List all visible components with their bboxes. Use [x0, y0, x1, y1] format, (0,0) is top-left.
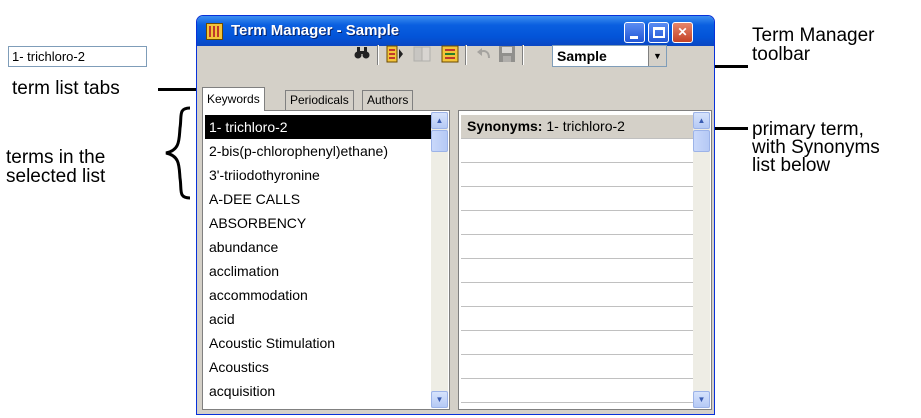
annotation-toolbar-line2: toolbar — [752, 44, 811, 65]
synonym-row[interactable] — [461, 355, 693, 379]
list-item[interactable]: acclimation — [205, 259, 431, 283]
close-icon: ✕ — [677, 25, 688, 39]
window-title: Term Manager - Sample — [231, 22, 400, 39]
scroll-thumb[interactable] — [431, 130, 448, 152]
maximize-icon — [653, 27, 665, 38]
annotation-terms-line1: terms in the — [6, 147, 106, 168]
list-item[interactable]: acquisition — [205, 379, 431, 403]
title-bar[interactable]: Term Manager - Sample ✕ — [197, 16, 714, 46]
list-item[interactable]: Acoustics — [205, 355, 431, 379]
undo-icon[interactable] — [474, 45, 494, 65]
scroll-up-icon[interactable]: ▲ — [693, 112, 710, 129]
annotation-tabs-leader — [158, 88, 200, 91]
annotation-primary-line3: list below — [752, 155, 831, 176]
merge-icon[interactable] — [412, 45, 432, 65]
minimize-button[interactable] — [624, 22, 645, 43]
sort-icon[interactable] — [385, 45, 405, 65]
list-item[interactable]: acid — [205, 307, 431, 331]
annotation-terms-brace — [165, 106, 191, 200]
maximize-button[interactable] — [648, 22, 669, 43]
synonym-row[interactable] — [461, 163, 693, 187]
synonym-row[interactable] — [461, 283, 693, 307]
scroll-down-icon[interactable]: ▼ — [693, 391, 710, 408]
annotation-toolbar: Term Manager toolbar — [752, 26, 875, 64]
list-item[interactable]: abundance — [205, 235, 431, 259]
tab-authors[interactable]: Authors — [362, 90, 414, 110]
list-item[interactable]: Acoustic Stimulation — [205, 331, 431, 355]
synonym-row[interactable] — [461, 259, 693, 283]
synonym-row[interactable] — [461, 187, 693, 211]
annotation-toolbar-line1: Term Manager — [752, 25, 875, 46]
list-item[interactable]: 3'-triiodothyronine — [205, 163, 431, 187]
search-input[interactable] — [8, 46, 147, 67]
chevron-down-icon[interactable]: ▼ — [648, 46, 666, 66]
tab-keywords[interactable]: Keywords — [202, 87, 265, 111]
annotation-terms-line2: selected list — [6, 166, 106, 187]
synonym-row[interactable] — [461, 139, 693, 163]
save-icon[interactable] — [497, 45, 517, 65]
list-item[interactable]: A-DEE CALLS — [205, 187, 431, 211]
synonyms-panel[interactable]: Synonyms: 1- trichloro-2 ▲ ▼ — [458, 110, 712, 410]
scroll-down-icon[interactable]: ▼ — [431, 391, 448, 408]
annotation-terms: terms in the selected list — [6, 148, 105, 186]
toolbar-separator — [522, 45, 524, 65]
list-item[interactable]: 1- trichloro-2 — [205, 115, 431, 139]
close-button[interactable]: ✕ — [672, 22, 693, 43]
synonym-row[interactable] — [461, 211, 693, 235]
list-item[interactable]: 2-bis(p-chlorophenyl)ethane) — [205, 139, 431, 163]
toolbar-separator — [465, 45, 467, 65]
term-list-scrollbar[interactable]: ▲ ▼ — [431, 112, 448, 408]
annotation-primary: primary term, with Synonyms list below — [752, 120, 880, 176]
primary-term: 1- trichloro-2 — [546, 118, 625, 134]
annotation-tabs: term list tabs — [12, 78, 120, 99]
database-select-value: Sample — [557, 48, 607, 64]
synonym-row[interactable] — [461, 379, 693, 403]
app-icon — [206, 23, 223, 40]
term-list[interactable]: 1- trichloro-2 2-bis(p-chlorophenyl)etha… — [202, 110, 450, 410]
synonym-row[interactable] — [461, 235, 693, 259]
synonyms-scrollbar[interactable]: ▲ ▼ — [693, 112, 710, 408]
list-item[interactable]: accommodation — [205, 283, 431, 307]
primary-term-row[interactable]: Synonyms: 1- trichloro-2 — [461, 115, 693, 139]
synonyms-label: Synonyms: — [467, 118, 543, 134]
synonym-row[interactable] — [461, 307, 693, 331]
find-icon[interactable] — [352, 45, 372, 65]
tab-periodicals[interactable]: Periodicals — [285, 90, 354, 110]
scroll-up-icon[interactable]: ▲ — [431, 112, 448, 129]
list-item[interactable]: ABSORBENCY — [205, 211, 431, 235]
minimize-icon — [630, 36, 638, 39]
scroll-thumb[interactable] — [693, 130, 710, 152]
numbered-list-icon[interactable] — [440, 45, 460, 65]
database-select[interactable]: Sample ▼ — [552, 45, 667, 67]
toolbar-separator — [377, 45, 379, 65]
synonym-row[interactable] — [461, 331, 693, 355]
